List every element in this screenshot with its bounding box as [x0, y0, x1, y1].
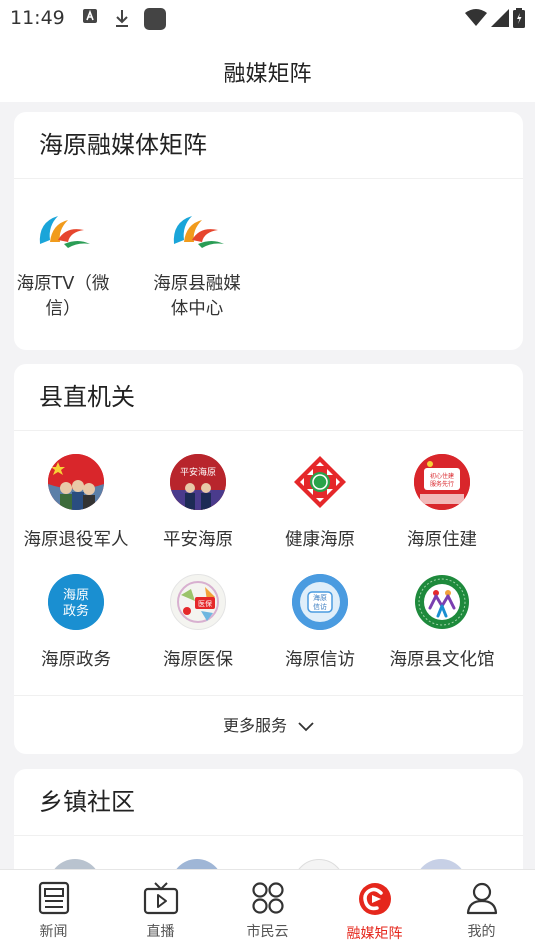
tab-label: 融媒矩阵	[346, 926, 403, 942]
section-title: 乡镇社区	[14, 769, 523, 836]
safe-haiyuan-avatar-icon: 平安海原	[170, 454, 226, 510]
petition-avatar-icon: 海原 信访	[292, 574, 348, 630]
dept-item-label: 海原医保	[163, 650, 233, 670]
news-icon	[38, 881, 69, 915]
battery-icon	[513, 8, 525, 32]
dept-item-label: 海原住建	[407, 530, 477, 550]
svg-text:海原: 海原	[63, 588, 89, 603]
svg-text:平安海原: 平安海原	[180, 466, 216, 478]
tab-label: 新闻	[39, 924, 68, 940]
tab-news[interactable]: 新闻	[0, 870, 107, 952]
dept-item-veterans[interactable]: 海原退役军人	[16, 454, 136, 553]
autofill-icon	[82, 8, 98, 28]
dept-item-safe-haiyuan[interactable]: 平安海原 平安海原	[138, 454, 258, 553]
section-title: 海原融媒体矩阵	[14, 112, 523, 179]
page-title: 融媒矩阵	[223, 62, 312, 87]
chevron-down-icon	[298, 697, 314, 756]
government-avatar-icon: 海原 政务	[48, 574, 104, 630]
svg-text:海原: 海原	[313, 593, 327, 602]
status-bar: 11:49	[0, 0, 535, 36]
matrix-item-label: 海原县融媒体中心	[153, 274, 241, 319]
signal-icon	[491, 9, 509, 31]
dept-item-medical[interactable]: 医保 海原医保	[138, 574, 258, 673]
dept-item-label: 海原信访	[285, 650, 355, 670]
wifi-icon	[465, 9, 487, 31]
town-avatar-icon[interactable]	[49, 859, 101, 869]
more-services-button[interactable]: 更多服务	[14, 695, 523, 754]
haiyuan-media-logo-icon	[34, 208, 92, 254]
svg-text:服务先行: 服务先行	[430, 480, 454, 488]
county-departments-card: 县直机关 海原退役军人 平安海原 平安海原 健康海原 初心住建 服务先行 海原住…	[14, 364, 523, 754]
tab-media-matrix[interactable]: 融媒矩阵	[321, 870, 428, 952]
tab-label: 我的	[467, 924, 496, 940]
svg-text:初心住建: 初心住建	[430, 472, 454, 480]
towns-card: 乡镇社区	[14, 769, 523, 869]
matrix-item-label: 海原TV（微信）	[16, 274, 110, 319]
matrix-item-haiyuan-center[interactable]: 海原县融媒体中心	[137, 208, 257, 322]
apps-icon	[251, 882, 284, 914]
tab-label: 市民云	[246, 924, 289, 940]
dept-item-label: 海原县文化馆	[389, 650, 495, 670]
status-time: 11:49	[10, 7, 65, 29]
tv-icon	[143, 882, 178, 915]
dept-item-housing[interactable]: 初心住建 服务先行 海原住建	[382, 454, 502, 553]
haiyuan-media-logo-icon	[168, 208, 226, 254]
dept-item-culture-center[interactable]: 海原县文化馆	[382, 574, 502, 673]
download-icon	[113, 8, 131, 32]
veterans-flag-avatar-icon	[48, 454, 104, 510]
health-cross-avatar-icon	[292, 454, 348, 510]
tab-profile[interactable]: 我的	[428, 870, 535, 952]
dept-item-health[interactable]: 健康海原	[260, 454, 380, 553]
app-bar: 融媒矩阵	[0, 36, 535, 102]
more-services-label: 更多服务	[222, 716, 287, 735]
town-avatar-icon[interactable]	[171, 859, 223, 869]
dept-item-government[interactable]: 海原 政务 海原政务	[16, 574, 136, 673]
dept-item-label: 平安海原	[163, 530, 233, 550]
media-matrix-card: 海原融媒体矩阵 海原TV（微信） 海原县融媒体中心	[14, 112, 523, 350]
town-avatar-icon[interactable]	[293, 859, 345, 869]
tab-citizen-cloud[interactable]: 市民云	[214, 870, 321, 952]
dept-item-petition[interactable]: 海原 信访 海原信访	[260, 574, 380, 673]
culture-center-avatar-icon	[414, 574, 470, 630]
content-scroll[interactable]: 海原融媒体矩阵 海原TV（微信） 海原县融媒体中心 县直机关 海原退役军人 平安…	[0, 102, 535, 869]
tab-label: 直播	[146, 924, 175, 940]
svg-text:医保: 医保	[198, 599, 212, 608]
town-avatar-icon[interactable]	[415, 859, 467, 869]
dept-item-label: 海原政务	[41, 650, 111, 670]
tab-live[interactable]: 直播	[107, 870, 214, 952]
profile-icon	[466, 882, 497, 915]
svg-text:政务: 政务	[63, 603, 89, 619]
app-notification-icon	[144, 8, 166, 34]
housing-avatar-icon: 初心住建 服务先行	[414, 454, 470, 510]
matrix-item-haiyuan-tv[interactable]: 海原TV（微信）	[3, 208, 123, 322]
bottom-tab-bar: 新闻 直播 市民云 融媒矩阵 我的	[0, 869, 535, 952]
dept-item-label: 健康海原	[285, 530, 355, 550]
section-title: 县直机关	[14, 364, 523, 431]
matrix-icon	[358, 883, 391, 915]
medical-insurance-avatar-icon: 医保	[170, 574, 226, 630]
dept-item-label: 海原退役军人	[23, 530, 129, 550]
svg-text:信访: 信访	[313, 602, 327, 611]
